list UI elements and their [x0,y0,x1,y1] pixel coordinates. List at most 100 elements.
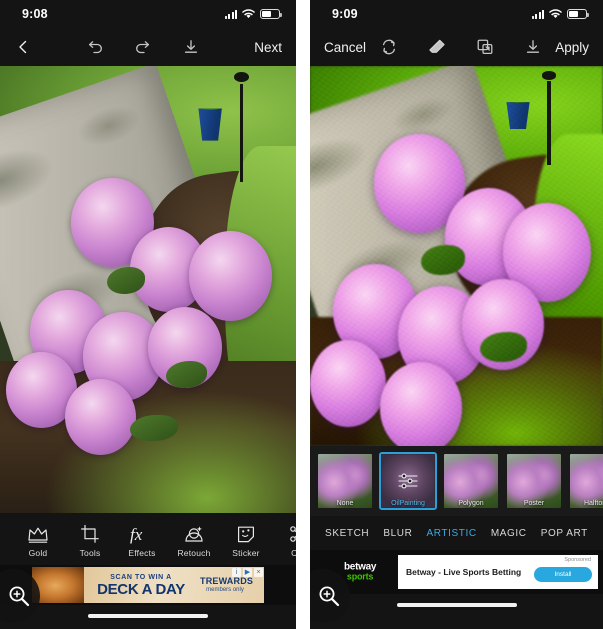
betway-logo-bottom: sports [346,571,374,582]
toolbar-item-gold[interactable]: Gold [12,521,64,558]
betway-logo: betway sports [344,562,376,582]
tab-artistic[interactable]: ARTISTIC [427,528,477,539]
filter-label: Halftone [583,500,603,507]
scene-pole [234,72,248,183]
sponsored-label: Sponsored [564,557,591,563]
crop-icon [80,521,100,544]
filter-thumb-halftone[interactable]: Halftone [568,452,603,510]
toolbar-label: Tools [79,547,101,558]
toolbar-label: Gold [28,547,48,558]
battery-icon [260,9,282,19]
cancel-button[interactable]: Cancel [324,40,366,55]
magnifier-plus-icon [9,586,30,607]
ad-badge-group[interactable]: i ▶ × [232,568,263,577]
ad-content[interactable]: SCAN TO WIN A DECK A DAY TREWARDS member… [32,567,264,603]
flower-bloom [380,362,463,446]
right-nav-actions [366,36,555,58]
sticker-icon [236,521,256,544]
ad-line-1: SCAN TO WIN A [110,573,172,581]
install-button[interactable]: Install [534,567,592,582]
ad-info-icon[interactable]: i [232,568,241,577]
next-button[interactable]: Next [254,40,282,55]
left-nav-actions [32,36,254,58]
layers-icon[interactable] [474,36,496,58]
right-nav-bar: Cancel Apply [310,28,603,66]
left-phone-screenshot: 9:08 Next Gold Tools fx Effects Retouch … [0,0,296,629]
right-phone-screenshot: 9:09 Cancel Apply None OilPainting Polyg… [310,0,603,629]
two-phone-comparison: 9:08 Next Gold Tools fx Effects Retouch … [0,0,603,629]
fx-icon: fx [129,521,155,544]
toolbar-item-retouch[interactable]: Retouch [168,521,220,558]
cycle-compare-icon[interactable] [378,36,400,58]
cellular-bars-icon [224,9,237,19]
filter-label: Polygon [458,500,484,507]
retouch-face-icon [183,521,205,544]
ad-adchoices-icon[interactable]: ▶ [243,568,252,577]
status-clock: 9:09 [332,7,358,21]
left-status-bar: 9:08 [0,0,296,28]
filter-label: None [336,500,354,507]
phone-divider [296,0,310,629]
left-nav-bar: Next [0,28,296,66]
ad-copy: SCAN TO WIN A DECK A DAY [84,574,200,597]
download-icon[interactable] [180,36,202,58]
toolbar-label: Sticker [232,547,260,558]
filter-label: Poster [523,500,545,507]
filter-thumb-oilpainting[interactable]: OilPainting [379,452,437,510]
ad-line-2: DECK A DAY [97,580,185,598]
toolbar-label: Cut [291,547,296,558]
cutout-icon [288,521,296,544]
scene-pole [542,71,556,165]
wifi-icon [242,9,255,19]
chevron-left-icon[interactable] [14,38,32,56]
svg-text:fx: fx [130,525,143,544]
redo-icon[interactable] [132,36,154,58]
cellular-bars-icon [531,9,544,19]
tab-blur[interactable]: BLUR [383,528,412,539]
ad-close-icon[interactable]: × [254,568,263,577]
left-home-indicator [0,605,296,627]
tab-magic[interactable]: MAGIC [491,528,527,539]
filter-label: OilPainting [391,500,425,507]
photo-oil-painting [310,66,603,446]
filter-thumbnail-strip[interactable]: None OilPainting Polygon Poster Halfto [310,446,603,516]
toolbar-label: Effects [128,547,156,558]
flower-bloom [310,339,387,427]
filter-thumb-poster[interactable]: Poster [505,452,563,510]
wifi-icon [549,9,562,19]
ad-card[interactable]: Sponsored Betway - Live Sports Betting I… [398,555,598,589]
right-status-bar: 9:09 [310,0,603,28]
right-ad-banner[interactable]: betway sports Sponsored Betway - Live Sp… [310,550,603,594]
undo-icon[interactable] [84,36,106,58]
apply-button[interactable]: Apply [555,40,589,55]
tab-sketch[interactable]: SKETCH [325,528,369,539]
eraser-icon[interactable] [426,36,448,58]
toolbar-item-tools[interactable]: Tools [64,521,116,558]
toolbar-label: Retouch [177,547,211,558]
filter-thumb-none[interactable]: None [316,452,374,510]
left-bottom-toolbar: Gold Tools fx Effects Retouch Sticker C [0,513,296,565]
ad-brand: TREWARDS [200,575,254,586]
right-home-indicator [310,594,603,616]
filter-thumb-polygon[interactable]: Polygon [442,452,500,510]
flower-bloom [65,378,137,455]
battery-icon [567,9,589,19]
photo-original [0,66,296,513]
ad-title: Betway - Live Sports Betting [406,567,522,577]
status-clock: 9:08 [22,7,48,21]
magnifier-plus-icon [319,586,340,607]
left-ad-banner[interactable]: SCAN TO WIN A DECK A DAY TREWARDS member… [0,565,296,605]
toolbar-item-cutout[interactable]: Cut [272,521,296,558]
right-photo-canvas[interactable] [310,66,603,446]
toolbar-item-effects[interactable]: fx Effects [116,521,168,558]
left-photo-canvas[interactable] [0,66,296,513]
toolbar-item-sticker[interactable]: Sticker [220,521,272,558]
status-icon-group [531,9,589,19]
ad-brand-block: TREWARDS members only [200,575,264,593]
tab-popart[interactable]: POP ART [541,528,588,539]
flower-bloom [189,231,273,321]
download-icon[interactable] [522,36,544,58]
ad-brand-sub: members only [206,586,244,593]
crown-icon [27,521,49,544]
filter-category-tabs[interactable]: SKETCH BLUR ARTISTIC MAGIC POP ART [310,516,603,550]
